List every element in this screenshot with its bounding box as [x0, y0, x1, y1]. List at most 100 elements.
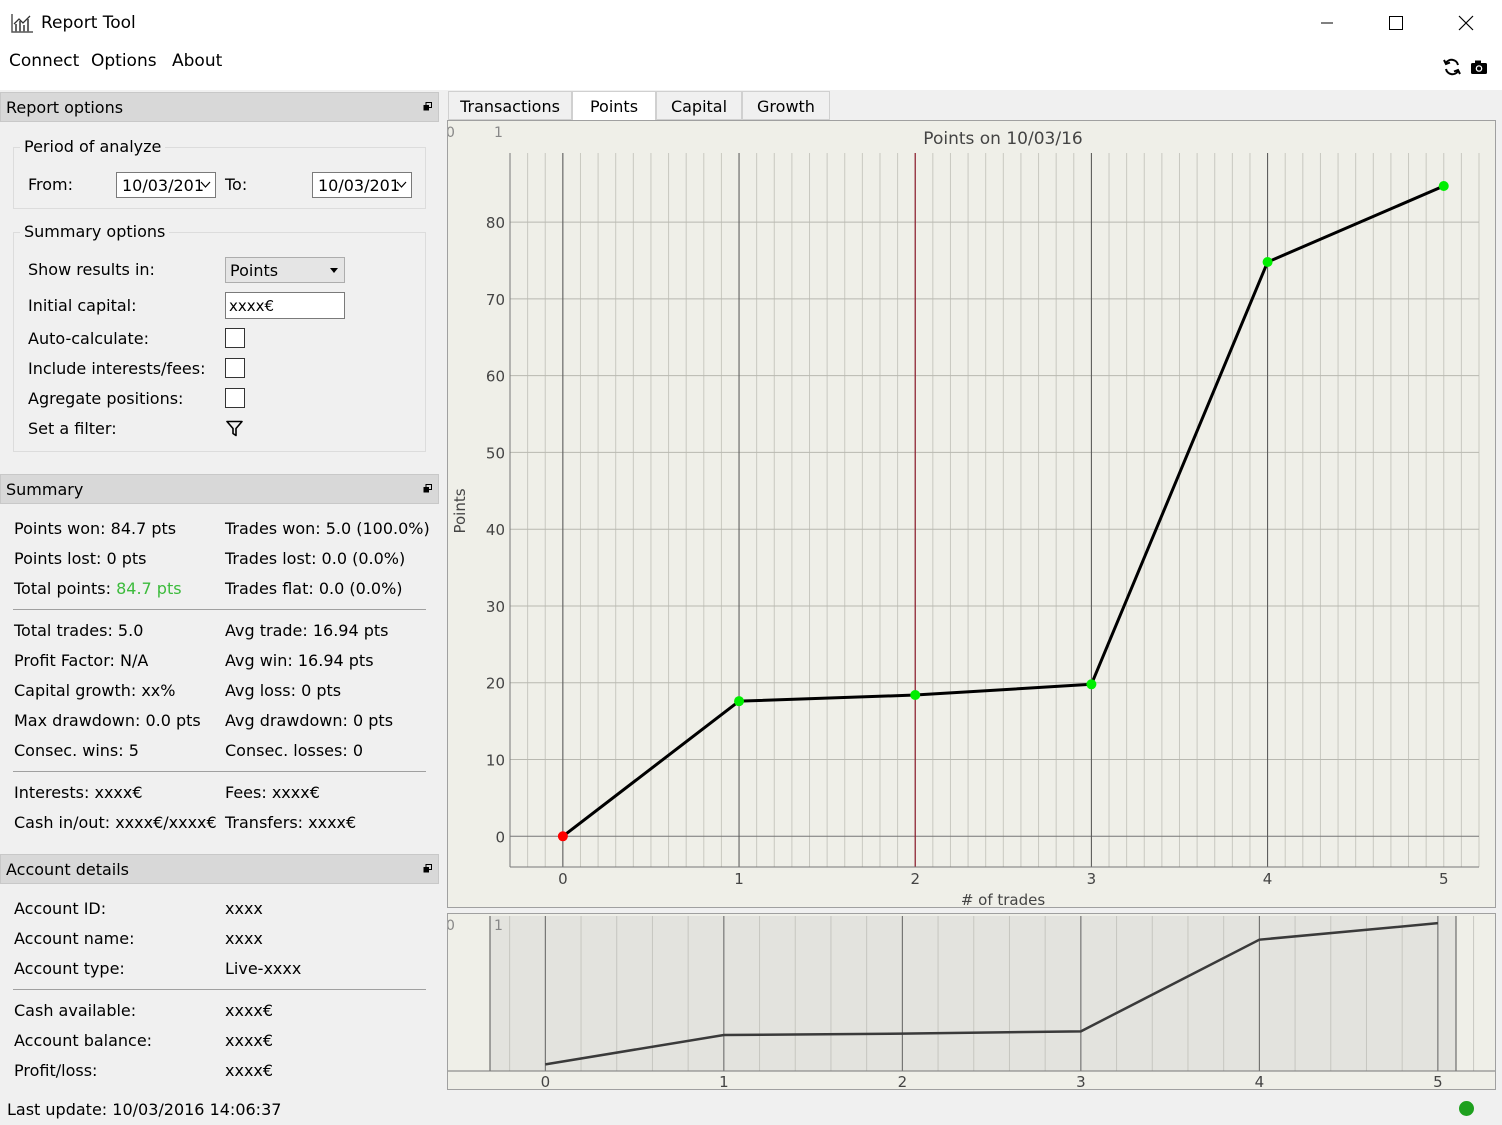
menu-connect[interactable]: Connect: [9, 51, 79, 71]
float-panel-icon[interactable]: [423, 102, 432, 111]
tab-points[interactable]: Points: [572, 91, 656, 121]
maximize-icon: [1389, 16, 1403, 30]
aggregate-checkbox[interactable]: [225, 388, 245, 408]
total-points-value: 84.7 pts: [116, 579, 182, 598]
app-chart-icon: [11, 14, 33, 33]
chevron-down-icon: [200, 181, 211, 188]
chevron-down-icon: [396, 181, 407, 188]
tab-capital[interactable]: Capital: [656, 91, 742, 120]
points-won: Points won: 84.7 pts: [14, 519, 177, 538]
y-tick-label: 80: [486, 214, 505, 232]
consec-losses: Consec. losses: 0: [225, 741, 363, 760]
menu-about[interactable]: About: [172, 51, 222, 71]
chart-title: Points on 10/03/16: [923, 129, 1082, 149]
x-axis-label: # of trades: [961, 891, 1046, 907]
total-trades: Total trades: 5.0: [14, 621, 144, 640]
include-fees-checkbox[interactable]: [225, 358, 245, 378]
account-details-title: Account details: [6, 860, 129, 879]
data-point-0: [557, 831, 568, 842]
account-type-value: Live-xxxx: [225, 959, 302, 978]
filter-label: Set a filter:: [28, 419, 117, 438]
y-tick-label: 20: [486, 675, 505, 693]
minimize-button[interactable]: [1292, 0, 1362, 46]
overview-chart[interactable]: 0 1 2 3 4 5 0 1: [446, 914, 1495, 1091]
float-panel-icon[interactable]: [423, 864, 432, 873]
auto-calc-label: Auto-calculate:: [28, 329, 149, 348]
to-label: To:: [225, 175, 248, 194]
divider: [13, 989, 426, 990]
account-balance-label: Account balance:: [14, 1031, 153, 1050]
from-date-value: 10/03/201: [122, 176, 205, 195]
show-results-select[interactable]: Points: [225, 257, 345, 283]
data-point-1: [734, 696, 745, 707]
x-tick-label: 5: [1439, 870, 1449, 888]
fees: Fees: xxxx€: [225, 783, 320, 802]
avg-win: Avg win: 16.94 pts: [225, 651, 374, 670]
last-update-status: Last update: 10/03/2016 14:06:37: [7, 1100, 282, 1119]
x-tick-label: 5: [1433, 1073, 1443, 1089]
corner-label: 0: [448, 125, 455, 141]
account-type-label: Account type:: [14, 959, 125, 978]
x-tick-label: 4: [1255, 1073, 1265, 1089]
menu-options[interactable]: Options: [91, 51, 157, 71]
total-points-label: Total points:: [14, 579, 117, 598]
trades-lost: Trades lost: 0.0 (0.0%): [225, 549, 406, 568]
account-name-value: xxxx: [225, 929, 263, 948]
corner-label: 1: [494, 125, 503, 141]
account-details-header: Account details: [0, 854, 439, 884]
to-date-picker[interactable]: 10/03/201: [312, 172, 412, 198]
profit-loss-label: Profit/loss:: [14, 1061, 98, 1080]
points-lost: Points lost: 0 pts: [14, 549, 147, 568]
period-group-title: Period of analyze: [20, 137, 166, 156]
y-tick-label: 40: [486, 521, 505, 539]
account-id-label: Account ID:: [14, 899, 107, 918]
filter-icon[interactable]: [226, 420, 243, 437]
from-label: From:: [28, 175, 74, 194]
profit-factor: Profit Factor: N/A: [14, 651, 149, 670]
from-date-picker[interactable]: 10/03/201: [116, 172, 216, 198]
x-tick-label: 0: [558, 870, 568, 888]
cash-available-value: xxxx€: [225, 1001, 274, 1020]
x-tick-label: 3: [1076, 1073, 1086, 1089]
x-tick-label: 0: [541, 1073, 551, 1089]
initial-capital-input[interactable]: [225, 292, 345, 319]
cash-inout: Cash in/out: xxxx€/xxxx€: [14, 813, 217, 832]
report-options-title: Report options: [6, 98, 124, 117]
data-point-2: [910, 690, 921, 701]
maximize-button[interactable]: [1361, 0, 1431, 46]
camera-icon[interactable]: [1469, 57, 1489, 77]
corner-label: 0: [448, 918, 455, 934]
avg-drawdown: Avg drawdown: 0 pts: [225, 711, 394, 730]
data-point-3: [1086, 679, 1097, 690]
x-tick-label: 2: [910, 870, 920, 888]
close-button[interactable]: [1431, 0, 1501, 46]
x-tick-label: 3: [1087, 870, 1097, 888]
x-tick-label: 1: [734, 870, 744, 888]
corner-label: 1: [494, 918, 503, 934]
close-icon: [1458, 15, 1474, 31]
report-options-header: Report options: [0, 92, 439, 122]
tab-transactions[interactable]: Transactions: [448, 91, 572, 120]
total-points: Total points: 84.7 pts: [14, 579, 182, 598]
x-tick-label: 4: [1263, 870, 1273, 888]
include-fees-label: Include interests/fees:: [28, 359, 206, 378]
data-point-5: [1438, 181, 1449, 192]
refresh-icon[interactable]: [1442, 57, 1462, 77]
cash-available-label: Cash available:: [14, 1001, 137, 1020]
float-panel-icon[interactable]: [423, 484, 432, 493]
y-tick-label: 70: [486, 291, 505, 309]
profit-loss-value: xxxx€: [225, 1061, 274, 1080]
account-balance-value: xxxx€: [225, 1031, 274, 1050]
y-tick-label: 30: [486, 598, 505, 616]
trades-flat: Trades flat: 0.0 (0.0%): [225, 579, 403, 598]
max-drawdown: Max drawdown: 0.0 pts: [14, 711, 201, 730]
avg-loss: Avg loss: 0 pts: [225, 681, 342, 700]
y-tick-label: 60: [486, 368, 505, 386]
consec-wins: Consec. wins: 5: [14, 741, 139, 760]
data-point-4: [1262, 257, 1273, 268]
avg-trade: Avg trade: 16.94 pts: [225, 621, 389, 640]
points-chart[interactable]: 0 1 2 3 4 501020304050607080Points on 10/03/1…: [446, 121, 1495, 909]
account-name-label: Account name:: [14, 929, 135, 948]
auto-calc-checkbox[interactable]: [225, 328, 245, 348]
tab-growth[interactable]: Growth: [742, 91, 830, 120]
